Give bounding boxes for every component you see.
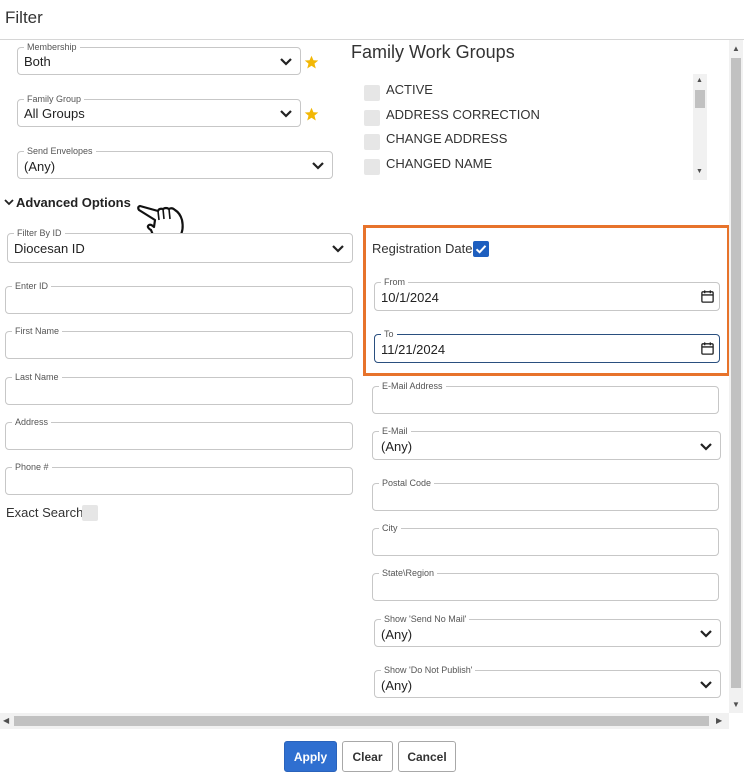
address-field[interactable]: Address: [5, 416, 353, 450]
state-region-legend: State\Region: [379, 567, 438, 579]
chevron-down-icon: [700, 630, 712, 638]
advanced-options-toggle[interactable]: Advanced Options: [4, 195, 131, 210]
email-select[interactable]: E-Mail (Any): [372, 425, 721, 460]
calendar-icon[interactable]: [700, 341, 715, 356]
chevron-down-icon: [700, 681, 712, 689]
membership-value: Both: [24, 54, 51, 69]
scrollbar-thumb[interactable]: [731, 58, 741, 688]
show-send-no-mail-select[interactable]: Show 'Send No Mail' (Any): [374, 613, 721, 647]
first-name-field[interactable]: First Name: [5, 325, 353, 359]
send-envelopes-select[interactable]: Send Envelopes (Any): [17, 145, 333, 179]
email-address-legend: E-Mail Address: [379, 380, 446, 392]
to-date-field[interactable]: To 11/21/2024: [374, 328, 720, 363]
filter-by-id-value: Diocesan ID: [14, 241, 85, 256]
phone-field[interactable]: Phone #: [5, 461, 353, 495]
phone-legend: Phone #: [12, 461, 52, 473]
city-legend: City: [379, 522, 401, 534]
work-group-checkbox[interactable]: [364, 110, 380, 126]
star-icon[interactable]: [304, 107, 319, 122]
family-group-select[interactable]: Family Group All Groups: [17, 93, 301, 127]
scroll-down-icon[interactable]: ▼: [696, 168, 703, 175]
work-groups-heading: Family Work Groups: [351, 42, 515, 62]
city-field[interactable]: City: [372, 522, 719, 556]
scroll-left-icon[interactable]: ◀: [3, 716, 9, 725]
work-group-label: CHANGE ADDRESS: [386, 131, 508, 146]
filter-by-id-select[interactable]: Filter By ID Diocesan ID: [7, 227, 353, 263]
scrollbar-thumb[interactable]: [14, 716, 709, 726]
first-name-legend: First Name: [12, 325, 63, 337]
work-group-checkbox[interactable]: [364, 85, 380, 101]
filter-by-id-legend: Filter By ID: [14, 227, 65, 239]
work-group-checkbox[interactable]: [364, 159, 380, 175]
membership-select[interactable]: Membership Both: [17, 41, 301, 75]
address-legend: Address: [12, 416, 52, 428]
chevron-down-icon: [312, 162, 324, 170]
show-send-no-mail-legend: Show 'Send No Mail': [381, 613, 470, 625]
vertical-scrollbar[interactable]: ▲ ▼: [729, 40, 743, 713]
postal-code-field[interactable]: Postal Code: [372, 477, 719, 511]
title-divider: [0, 39, 744, 40]
email-legend: E-Mail: [379, 425, 411, 437]
family-group-value: All Groups: [24, 106, 85, 121]
email-address-field[interactable]: E-Mail Address: [372, 380, 719, 414]
send-envelopes-value: (Any): [24, 159, 56, 174]
from-value: 10/1/2024: [381, 290, 439, 305]
chevron-down-icon: [4, 199, 14, 206]
last-name-legend: Last Name: [12, 371, 62, 383]
state-region-field[interactable]: State\Region: [372, 567, 719, 601]
from-date-field[interactable]: From 10/1/2024: [374, 276, 720, 311]
from-legend: From: [381, 276, 408, 288]
exact-search-label: Exact Search: [6, 505, 84, 520]
scroll-down-icon[interactable]: ▼: [732, 700, 740, 709]
work-group-checkbox[interactable]: [364, 134, 380, 150]
clear-button[interactable]: Clear: [342, 741, 393, 772]
scroll-up-icon[interactable]: ▲: [732, 44, 740, 53]
chevron-down-icon: [700, 443, 712, 451]
work-group-label: ACTIVE: [386, 82, 433, 97]
to-legend: To: [381, 328, 397, 340]
exact-search-checkbox[interactable]: [82, 505, 98, 521]
registration-date-label: Registration Date: [372, 241, 473, 256]
show-do-not-publish-legend: Show 'Do Not Publish': [381, 664, 476, 676]
chevron-down-icon: [280, 58, 292, 66]
show-do-not-publish-value: (Any): [381, 678, 413, 693]
advanced-options-label: Advanced Options: [16, 195, 131, 210]
send-envelopes-legend: Send Envelopes: [24, 145, 96, 157]
apply-button[interactable]: Apply: [284, 741, 337, 772]
check-icon: [475, 245, 487, 254]
last-name-field[interactable]: Last Name: [5, 371, 353, 405]
cancel-button[interactable]: Cancel: [398, 741, 456, 772]
enter-id-field[interactable]: Enter ID: [5, 280, 353, 314]
show-do-not-publish-select[interactable]: Show 'Do Not Publish' (Any): [374, 664, 721, 698]
work-group-label: CHANGED NAME: [386, 156, 493, 171]
horizontal-scrollbar[interactable]: ◀ ▶: [0, 713, 729, 729]
family-group-legend: Family Group: [24, 93, 85, 105]
chevron-down-icon: [332, 245, 344, 253]
scroll-up-icon[interactable]: ▲: [696, 77, 703, 84]
to-value: 11/21/2024: [381, 342, 446, 357]
scroll-right-icon[interactable]: ▶: [716, 716, 722, 725]
scrollbar-thumb[interactable]: [695, 90, 705, 108]
postal-code-legend: Postal Code: [379, 477, 435, 489]
dialog-title: Filter: [5, 8, 43, 27]
work-group-label: ADDRESS CORRECTION: [386, 107, 540, 122]
registration-date-checkbox[interactable]: [473, 241, 489, 257]
membership-legend: Membership: [24, 41, 80, 53]
calendar-icon[interactable]: [700, 289, 715, 304]
enter-id-legend: Enter ID: [12, 280, 52, 292]
email-value: (Any): [381, 439, 413, 454]
show-send-no-mail-value: (Any): [381, 627, 413, 642]
star-icon[interactable]: [304, 55, 319, 70]
chevron-down-icon: [280, 110, 292, 118]
work-groups-scrollbar[interactable]: ▲ ▼: [693, 74, 707, 180]
